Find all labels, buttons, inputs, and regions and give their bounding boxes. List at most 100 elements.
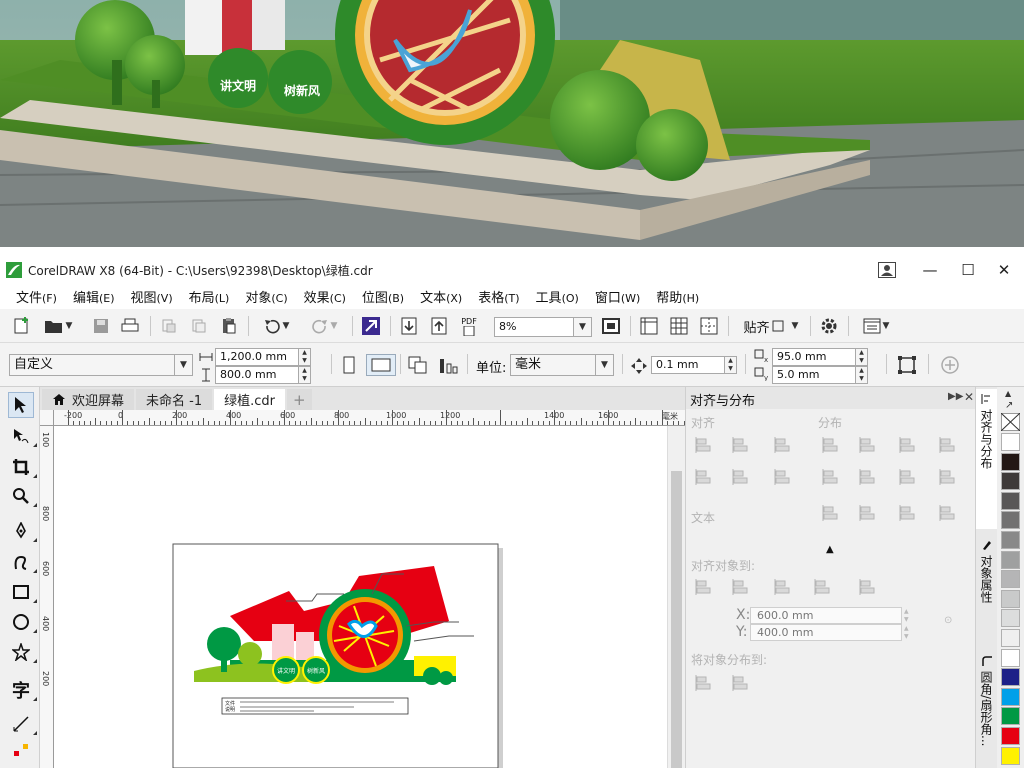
maximize-button[interactable]: ☐ — [953, 257, 983, 283]
align-option-icon[interactable] — [858, 435, 880, 457]
application-launcher-icon[interactable]: ▼ — [856, 315, 896, 337]
add-preset-icon[interactable] — [938, 354, 962, 376]
page-width-field[interactable]: 1,200.0 mm — [215, 348, 299, 366]
color-swatch[interactable] — [1001, 531, 1020, 549]
vtab-align-distribute[interactable]: 对齐与分布 — [976, 389, 997, 529]
drawing-canvas[interactable]: 讲文明 树新风 文件说明 — [54, 426, 667, 768]
align-option-icon[interactable] — [821, 435, 843, 457]
align-option-icon[interactable] — [938, 467, 960, 489]
scrollbar-thumb[interactable] — [671, 471, 682, 768]
menu-item[interactable]: 布局(L) — [181, 287, 238, 306]
artistic-media-tool-icon[interactable] — [8, 549, 37, 575]
current-page-icon[interactable] — [436, 354, 460, 376]
align-option-icon[interactable] — [898, 467, 920, 489]
color-swatch[interactable] — [1001, 668, 1020, 687]
align-x-field[interactable]: 600.0 mm — [750, 607, 902, 624]
docker-close-icon[interactable]: ✕ — [964, 390, 974, 404]
align-option-icon[interactable] — [813, 577, 835, 599]
zoom-dropdown[interactable]: ▼ — [574, 317, 592, 337]
nudge-distance-spinner[interactable]: ▲ ▼ — [725, 356, 737, 374]
options-gear-icon[interactable] — [818, 315, 840, 337]
account-icon[interactable] — [878, 262, 896, 278]
zoom-level-field[interactable]: 8% — [494, 317, 574, 337]
no-color-swatch-icon[interactable] — [1001, 413, 1020, 431]
all-pages-icon[interactable] — [406, 354, 430, 376]
menu-item[interactable]: 帮助(H) — [648, 287, 707, 306]
color-swatch[interactable] — [1001, 452, 1020, 471]
align-y-field[interactable]: 400.0 mm — [750, 624, 902, 641]
new-tab-plus-icon[interactable]: + — [287, 389, 312, 410]
ruler-origin-corner[interactable] — [40, 410, 54, 426]
lock-icon[interactable]: ⊙ — [944, 615, 952, 626]
landscape-icon[interactable] — [366, 354, 396, 376]
color-swatch[interactable] — [1001, 472, 1020, 491]
color-swatch[interactable] — [1001, 629, 1020, 647]
publish-pdf-icon[interactable]: PDF — [456, 315, 482, 337]
units-dropdown[interactable]: ▼ — [596, 354, 614, 376]
color-swatch[interactable] — [1001, 727, 1020, 745]
duplicate-x-field[interactable]: 95.0 mm — [772, 348, 856, 366]
save-icon[interactable] — [90, 315, 112, 337]
rectangle-tool-icon[interactable] — [8, 579, 37, 605]
color-swatch[interactable] — [1001, 570, 1020, 589]
paper-preset-field[interactable]: 自定义 — [9, 354, 175, 376]
align-option-icon[interactable] — [938, 503, 960, 525]
rulers-icon[interactable] — [638, 315, 660, 337]
align-option-icon[interactable] — [938, 435, 960, 457]
collapse-arrow-icon[interactable]: ▲ — [826, 544, 834, 555]
minimize-button[interactable]: — — [915, 257, 945, 283]
align-option-icon[interactable] — [858, 577, 880, 599]
nudge-distance-field[interactable]: 0.1 mm — [651, 356, 725, 374]
menu-item[interactable]: 编辑(E) — [65, 287, 123, 306]
page-height-spinner[interactable]: ▲ ▼ — [299, 366, 311, 384]
menu-item[interactable]: 文本(X) — [412, 287, 470, 306]
export-icon[interactable] — [428, 315, 450, 337]
close-button[interactable]: ✕ — [989, 257, 1019, 283]
align-option-icon[interactable] — [773, 577, 795, 599]
tab-welcome-screen[interactable]: 欢迎屏幕 — [42, 389, 135, 410]
connector-tool-icon[interactable] — [8, 737, 34, 763]
align-option-icon[interactable] — [821, 503, 843, 525]
align-option-icon[interactable] — [694, 673, 716, 695]
align-x-spinner[interactable]: ▲ ▼ — [904, 608, 909, 624]
duplicate-y-spinner[interactable]: ▲ ▼ — [856, 366, 868, 384]
open-document-icon[interactable]: ▼ — [38, 315, 78, 337]
docker-expand-icon[interactable]: ▶▶ — [948, 391, 963, 402]
color-swatch[interactable] — [1001, 589, 1020, 608]
align-option-icon[interactable] — [694, 435, 716, 457]
color-swatch[interactable] — [1001, 648, 1020, 667]
pick-tool-icon[interactable] — [8, 392, 34, 418]
align-option-icon[interactable] — [731, 577, 753, 599]
align-option-icon[interactable] — [858, 467, 880, 489]
full-screen-preview-icon[interactable] — [600, 315, 622, 337]
align-option-icon[interactable] — [898, 435, 920, 457]
color-swatch[interactable] — [1001, 609, 1020, 628]
color-swatch[interactable] — [1001, 511, 1020, 530]
align-option-icon[interactable] — [898, 503, 920, 525]
color-swatch[interactable] — [1001, 550, 1020, 569]
import-icon[interactable] — [398, 315, 420, 337]
paper-preset-dropdown[interactable]: ▼ — [175, 354, 193, 376]
color-swatch[interactable] — [1001, 707, 1020, 726]
color-swatch[interactable] — [1001, 491, 1020, 510]
palette-scroll-up-icon[interactable]: ▲ — [1005, 389, 1011, 398]
vtab-fillet-scallop[interactable]: 圆角/扇形角... — [976, 651, 997, 768]
cut-icon[interactable] — [158, 315, 180, 337]
dimension-tool-icon[interactable] — [8, 711, 37, 737]
duplicate-x-spinner[interactable]: ▲ ▼ — [856, 348, 868, 366]
align-option-icon[interactable] — [858, 503, 880, 525]
align-option-icon[interactable] — [731, 467, 753, 489]
portrait-icon[interactable] — [338, 354, 360, 376]
align-option-icon[interactable] — [731, 435, 753, 457]
new-document-icon[interactable] — [10, 315, 34, 337]
align-y-spinner[interactable]: ▲ ▼ — [904, 625, 909, 641]
align-option-icon[interactable] — [694, 467, 716, 489]
menu-item[interactable]: 位图(B) — [354, 287, 412, 306]
grid-icon[interactable] — [668, 315, 690, 337]
color-swatch[interactable] — [1001, 746, 1020, 765]
shape-tool-icon[interactable] — [8, 423, 37, 449]
page-border-icon[interactable] — [894, 354, 920, 376]
menu-item[interactable]: 表格(T) — [470, 287, 527, 306]
menu-item[interactable]: 效果(C) — [296, 287, 354, 306]
zoom-tool-icon[interactable] — [8, 483, 37, 509]
